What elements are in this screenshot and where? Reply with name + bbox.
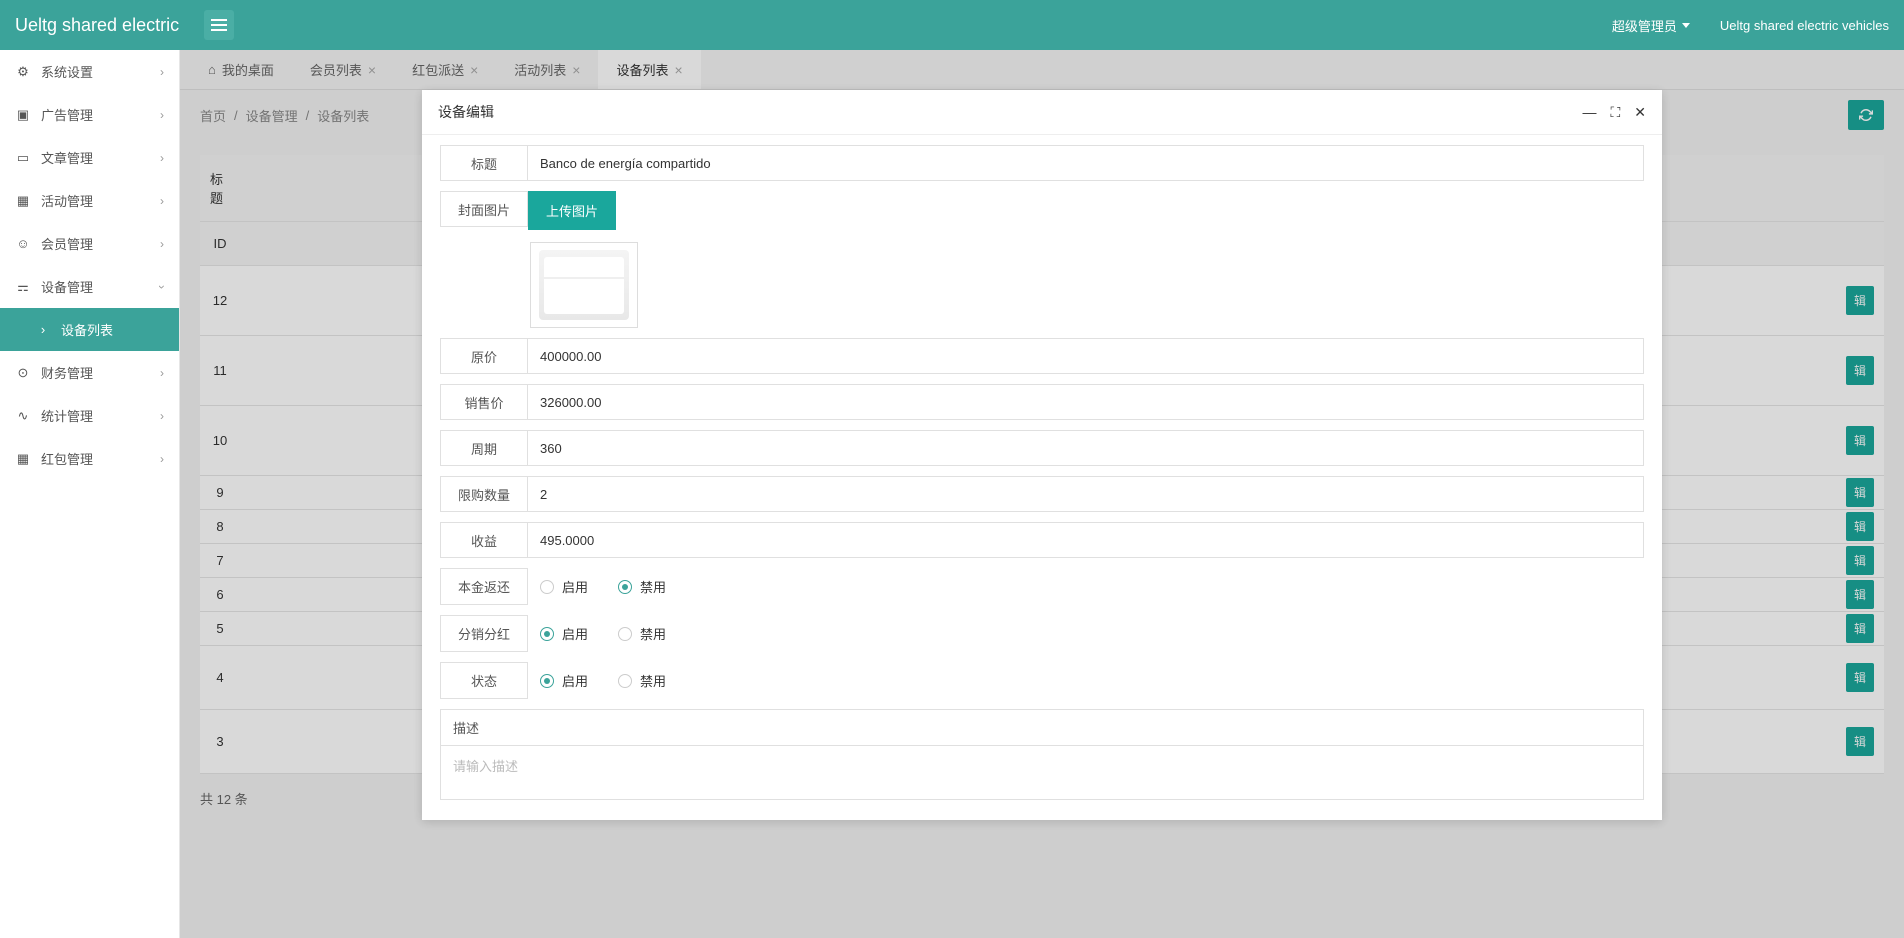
menu-toggle-button[interactable] (204, 10, 234, 40)
money-icon: ⊙ (15, 365, 31, 381)
sidebar-label: 广告管理 (41, 105, 93, 124)
chevron-right-icon: › (160, 366, 164, 380)
sidebar-item-articles[interactable]: ▭ 文章管理 › (0, 136, 179, 179)
sale-price-input[interactable] (528, 384, 1644, 420)
radio-icon (618, 580, 632, 594)
sidebar-label: 统计管理 (41, 406, 93, 425)
sidebar-item-finance[interactable]: ⊙ 财务管理 › (0, 351, 179, 394)
user-icon: ☺ (15, 236, 31, 252)
radio-label: 启用 (562, 577, 588, 596)
chevron-right-icon: › (160, 194, 164, 208)
app-name-label: Ueltg shared electric vehicles (1720, 18, 1889, 33)
chevron-right-icon: › (160, 409, 164, 423)
chevron-down-icon (1682, 23, 1690, 28)
sidebar-item-system[interactable]: ⚙ 系统设置 › (0, 50, 179, 93)
chevron-right-icon: › (160, 108, 164, 122)
status-disable-radio[interactable]: 禁用 (618, 671, 666, 690)
book-icon: ▭ (15, 150, 31, 166)
label-principal: 本金返还 (440, 568, 528, 605)
modal-title: 设备编辑 (438, 102, 494, 122)
modal-header: 设备编辑 — ⛶ ✕ (422, 90, 1662, 135)
title-input[interactable] (528, 145, 1644, 181)
radio-label: 禁用 (640, 671, 666, 690)
sidebar-label: 设备管理 (41, 277, 93, 296)
orig-price-input[interactable] (528, 338, 1644, 374)
radio-label: 禁用 (640, 577, 666, 596)
chevron-right-icon: › (160, 237, 164, 251)
sidebar-label: 红包管理 (41, 449, 93, 468)
label-orig-price: 原价 (440, 338, 528, 374)
chevron-right-icon: › (160, 151, 164, 165)
device-edit-modal: 设备编辑 — ⛶ ✕ 标题 封面图片 上传图片 原价 (422, 90, 1662, 820)
sidebar-label: 文章管理 (41, 148, 93, 167)
label-sale-price: 销售价 (440, 384, 528, 420)
modal-overlay: 设备编辑 — ⛶ ✕ 标题 封面图片 上传图片 原价 (180, 50, 1904, 938)
sidebar-label: 财务管理 (41, 363, 93, 382)
sidebar-item-ads[interactable]: ▣ 广告管理 › (0, 93, 179, 136)
radio-icon (618, 627, 632, 641)
maximize-button[interactable]: ⛶ (1610, 104, 1620, 121)
sidebar-label: 会员管理 (41, 234, 93, 253)
description-textarea[interactable] (441, 746, 1643, 796)
dividend-enable-radio[interactable]: 启用 (540, 624, 588, 643)
period-input[interactable] (528, 430, 1644, 466)
sidebar-label: 活动管理 (41, 191, 93, 210)
minimize-button[interactable]: — (1582, 104, 1596, 121)
sidebar-item-device-list[interactable]: › 设备列表 (0, 308, 179, 351)
sidebar-item-stats[interactable]: ∿ 统计管理 › (0, 394, 179, 437)
gear-icon: ⚙ (15, 64, 31, 80)
sliders-icon: ⚎ (15, 279, 31, 295)
profit-input[interactable] (528, 522, 1644, 558)
sidebar-item-redpacket[interactable]: ▦ 红包管理 › (0, 437, 179, 480)
sidebar-label: 系统设置 (41, 62, 93, 81)
user-menu[interactable]: 超级管理员 (1612, 16, 1690, 35)
radio-icon (540, 627, 554, 641)
sidebar-label: 设备列表 (61, 320, 113, 339)
user-label: 超级管理员 (1612, 16, 1677, 35)
chevron-right-icon: › (35, 322, 51, 338)
principal-enable-radio[interactable]: 启用 (540, 577, 588, 596)
sidebar-item-members[interactable]: ☺ 会员管理 › (0, 222, 179, 265)
chart-icon: ∿ (15, 408, 31, 424)
status-enable-radio[interactable]: 启用 (540, 671, 588, 690)
sidebar-item-activities[interactable]: ▦ 活动管理 › (0, 179, 179, 222)
label-status: 状态 (440, 662, 528, 699)
radio-icon (540, 674, 554, 688)
label-dividend: 分销分红 (440, 615, 528, 652)
radio-label: 启用 (562, 624, 588, 643)
hamburger-icon (211, 19, 227, 31)
description-box: 描述 (440, 709, 1644, 800)
chevron-right-icon: › (160, 65, 164, 79)
label-period: 周期 (440, 430, 528, 466)
device-image (539, 250, 629, 320)
principal-disable-radio[interactable]: 禁用 (618, 577, 666, 596)
image-thumbnail[interactable] (530, 242, 638, 328)
label-profit: 收益 (440, 522, 528, 558)
sidebar: ⚙ 系统设置 › ▣ 广告管理 › ▭ 文章管理 › ▦ 活动管理 › ☺ 会员… (0, 50, 180, 938)
label-limit: 限购数量 (440, 476, 528, 512)
sidebar-item-devices[interactable]: ⚎ 设备管理 › (0, 265, 179, 308)
radio-icon (618, 674, 632, 688)
label-title: 标题 (440, 145, 528, 181)
image-icon: ▣ (15, 107, 31, 123)
radio-icon (540, 580, 554, 594)
radio-label: 启用 (562, 671, 588, 690)
label-description: 描述 (441, 710, 1643, 746)
upload-image-button[interactable]: 上传图片 (528, 191, 616, 230)
gift-icon: ▦ (15, 451, 31, 467)
dividend-disable-radio[interactable]: 禁用 (618, 624, 666, 643)
radio-label: 禁用 (640, 624, 666, 643)
app-title: Ueltg shared electric (15, 15, 179, 36)
close-button[interactable]: ✕ (1634, 104, 1646, 121)
label-cover: 封面图片 (440, 191, 528, 227)
app-header: Ueltg shared electric 超级管理员 Ueltg shared… (0, 0, 1904, 50)
calendar-icon: ▦ (15, 193, 31, 209)
chevron-right-icon: › (160, 452, 164, 466)
limit-input[interactable] (528, 476, 1644, 512)
chevron-down-icon: › (155, 285, 169, 289)
